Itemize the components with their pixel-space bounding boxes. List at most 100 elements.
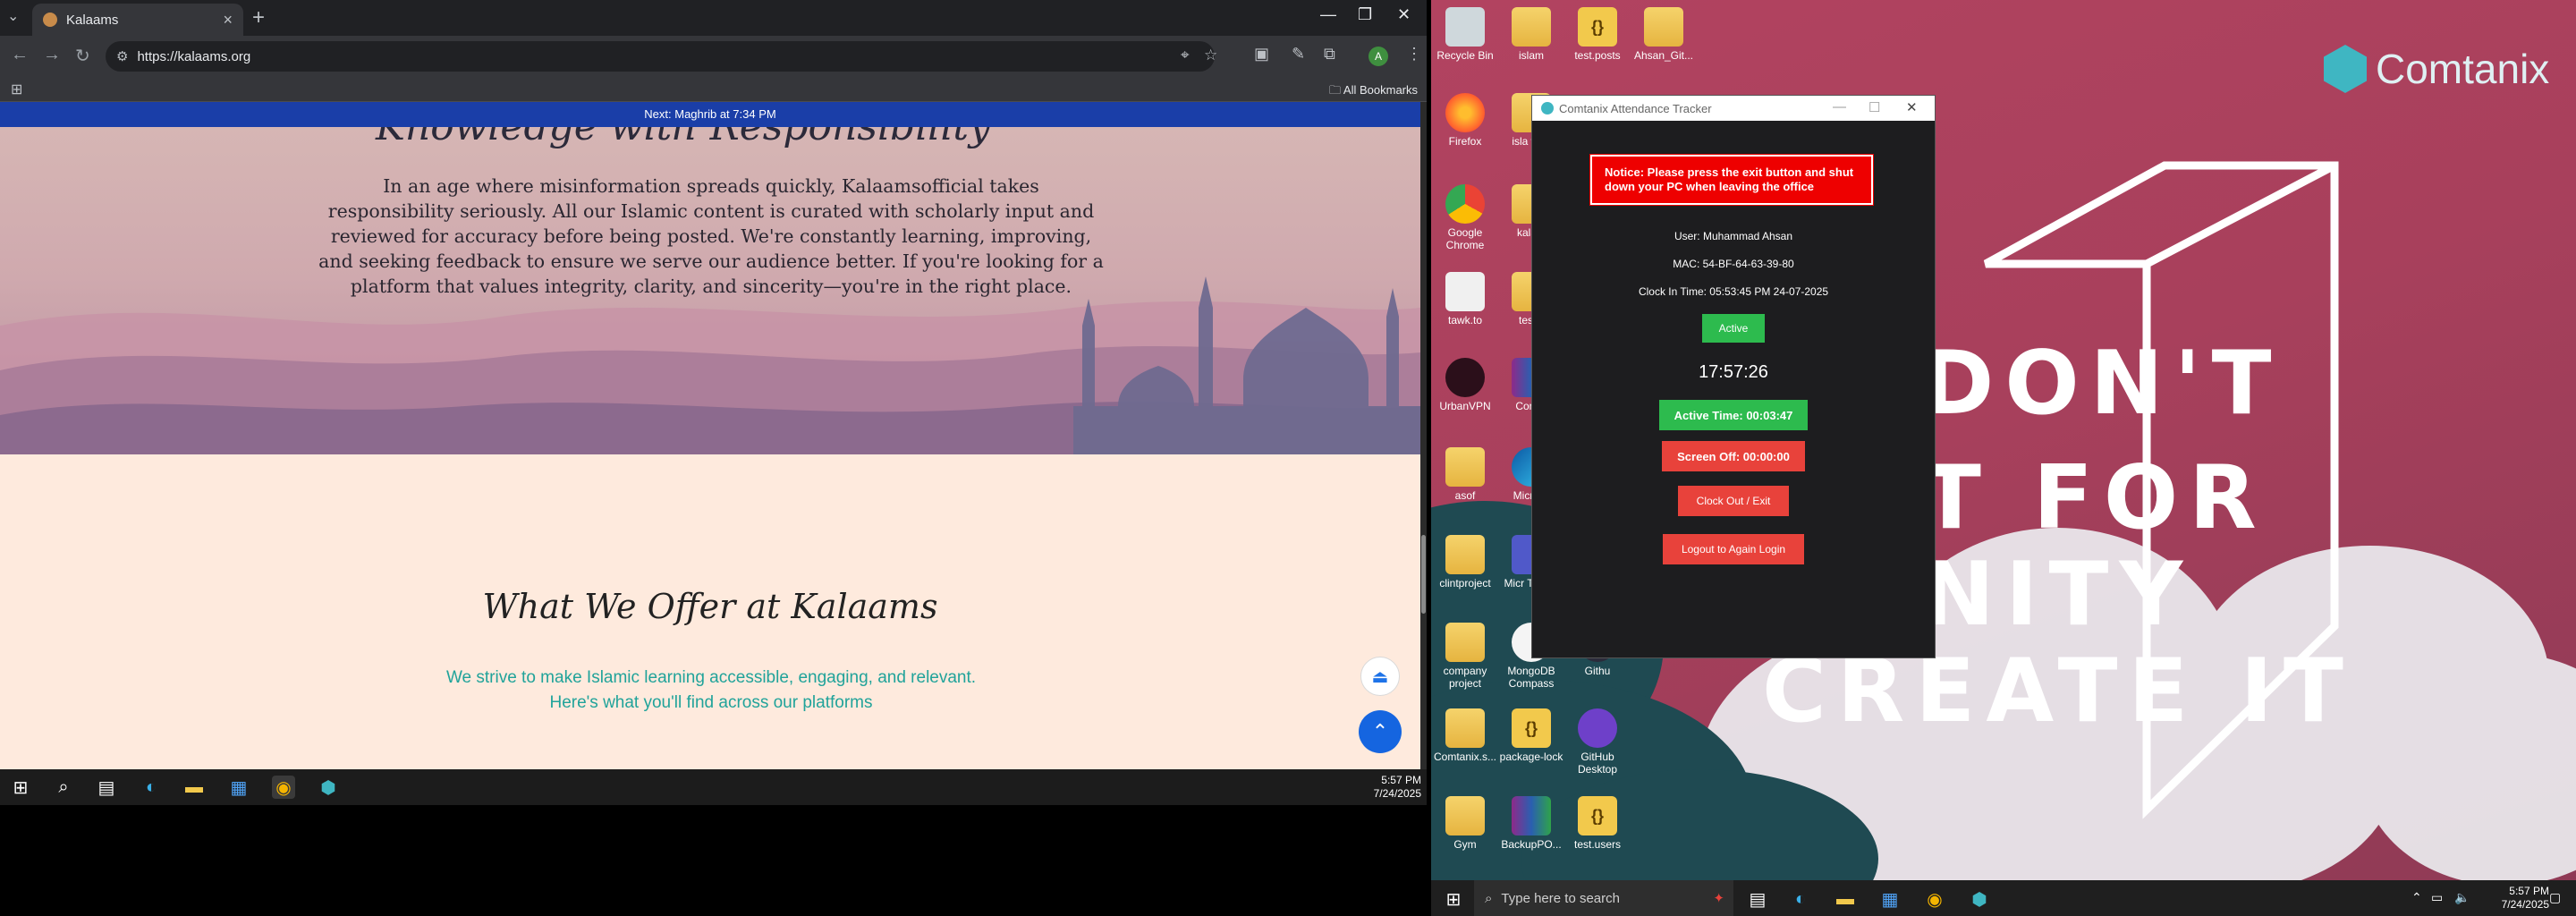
scroll-to-top-button[interactable]: ⌃ xyxy=(1359,710,1402,753)
desktop-icon-asof[interactable]: asof xyxy=(1431,447,1499,502)
hero-landscape-illustration xyxy=(0,276,1420,454)
desktop-icon-comtanix-s[interactable]: Comtanix.s... xyxy=(1431,708,1499,763)
desktop-icon-clintproject[interactable]: clintproject xyxy=(1431,535,1499,589)
close-window-icon[interactable]: ✕ xyxy=(1397,5,1411,24)
desktop-icon-firefox[interactable]: Firefox xyxy=(1431,93,1499,148)
file-explorer-icon[interactable]: ▬ xyxy=(182,776,206,799)
desktop-icon-package-lock[interactable]: {} package-lock xyxy=(1497,708,1565,763)
comtanix-logo-icon xyxy=(2324,45,2367,93)
edge-taskbar-icon[interactable]: ◐ xyxy=(1789,887,1812,911)
desktop-icon-label: Githu xyxy=(1584,665,1611,677)
tracker-maximize-icon[interactable]: ☐ xyxy=(1868,99,1880,115)
tracker-status-badge: Active xyxy=(1702,314,1765,343)
accessibility-button[interactable]: ⏏ xyxy=(1360,657,1400,696)
tracker-active-time: Active Time: 00:03:47 xyxy=(1659,400,1808,430)
left-clock-date: 7/24/2025 xyxy=(1373,787,1421,800)
hero-paragraph: In an age where misinformation spreads q… xyxy=(318,175,1104,297)
desktop-icon-github-desktop[interactable]: GitHub Desktop xyxy=(1563,708,1631,776)
tracker-title: Comtanix Attendance Tracker xyxy=(1559,101,1712,115)
tab-kalaams[interactable]: Kalaams × xyxy=(32,4,243,36)
desktop-icon-recycle-bin[interactable]: Recycle Bin xyxy=(1431,7,1499,62)
task-view-icon[interactable]: ▤ xyxy=(1746,887,1769,911)
desktop-icon-google-chrome[interactable]: Google Chrome xyxy=(1431,184,1499,251)
windows-start-icon[interactable]: ⊞ xyxy=(1442,887,1465,911)
scrollbar-thumb[interactable] xyxy=(1421,535,1426,614)
puzzle-extensions-icon[interactable]: ⧉ xyxy=(1324,45,1335,64)
desktop-icon-company-project[interactable]: company project xyxy=(1431,623,1499,690)
tracker-mac: MAC: 54-BF-64-63-39-80 xyxy=(1673,258,1794,270)
desktop-icon-tawk[interactable]: tawk.to xyxy=(1431,272,1499,327)
minimize-icon[interactable]: — xyxy=(1320,5,1336,24)
json-file-icon: {} xyxy=(1578,796,1617,835)
restore-icon[interactable]: ❐ xyxy=(1358,5,1372,24)
tawk-icon xyxy=(1445,272,1485,311)
right-clock-time: 5:57 PM xyxy=(2509,885,2549,897)
tab-close-icon[interactable]: × xyxy=(223,11,233,30)
forward-icon[interactable]: → xyxy=(43,45,61,65)
left-taskbar-clock: 5:57 PM 7/24/2025 xyxy=(1374,774,1421,801)
desktop-icon-test-users[interactable]: {} test.users xyxy=(1563,796,1631,851)
bookmark-star-icon[interactable]: ☆ xyxy=(1204,47,1217,64)
folder-icon xyxy=(1512,7,1551,47)
comtanix-taskbar-icon[interactable]: ⬢ xyxy=(317,776,340,799)
right-taskbar-clock[interactable]: 5:57 PM 7/24/2025 xyxy=(2502,885,2549,912)
tab-search-chevron-icon[interactable]: ⌄ xyxy=(7,7,19,25)
folder-icon xyxy=(1445,535,1485,574)
profile-avatar[interactable]: A xyxy=(1368,47,1388,66)
volume-icon[interactable]: 🔈 xyxy=(2454,890,2470,905)
tracker-close-icon[interactable]: ✕ xyxy=(1906,99,1918,115)
site-info-icon[interactable]: ⚙ xyxy=(116,48,128,64)
desktop-icon-urbanvpn[interactable]: UrbanVPN xyxy=(1431,358,1499,412)
tracker-logo-icon xyxy=(1541,102,1554,114)
page-scrollbar[interactable] xyxy=(1420,102,1427,769)
back-icon[interactable]: ← xyxy=(11,45,29,65)
desktop-icon-test-posts[interactable]: {} test.posts xyxy=(1563,7,1631,62)
tab-title: Kalaams xyxy=(66,12,119,28)
search-icon[interactable]: ⌕ xyxy=(52,776,75,799)
pen-extension-icon[interactable]: ✎ xyxy=(1292,45,1305,64)
folder-icon xyxy=(1445,708,1485,748)
chrome-taskbar-icon[interactable]: ◉ xyxy=(272,776,295,799)
desktop-icon-gym[interactable]: Gym xyxy=(1431,796,1499,851)
right-taskbar: ⊞ ⌕ Type here to search ✦ ▤ ◐ ▬ ▦ ◉ ⬢ ⌃ … xyxy=(1431,880,2576,916)
file-explorer-icon[interactable]: ▬ xyxy=(1834,887,1857,911)
recycle-bin-icon xyxy=(1445,7,1485,47)
desktop-icon-label: Comtanix.s... xyxy=(1433,751,1497,763)
apps-grid-icon[interactable]: ⊞ xyxy=(11,81,22,98)
logout-button[interactable]: Logout to Again Login xyxy=(1663,534,1804,564)
store-icon[interactable]: ▦ xyxy=(227,776,250,799)
comtanix-taskbar-icon[interactable]: ⬢ xyxy=(1968,887,1991,911)
right-clock-date: 7/24/2025 xyxy=(2501,898,2549,911)
network-icon[interactable]: ▭ xyxy=(2431,890,2443,905)
new-tab-button[interactable]: + xyxy=(252,5,265,30)
desktop-icon-label: Google Chrome xyxy=(1445,226,1485,251)
windows-start-icon[interactable]: ⊞ xyxy=(9,776,32,799)
desktop-icon-label: package-lock xyxy=(1499,751,1563,763)
urbanvpn-icon xyxy=(1445,358,1485,397)
reload-icon[interactable]: ↻ xyxy=(75,45,90,67)
task-view-icon[interactable]: ▤ xyxy=(95,776,118,799)
desktop-icon-label: Firefox xyxy=(1448,135,1482,148)
chrome-menu-icon[interactable]: ⋮ xyxy=(1406,45,1422,64)
edge-icon[interactable]: ◐ xyxy=(140,776,163,799)
kalaams-favicon-icon xyxy=(43,13,57,27)
all-bookmarks-button[interactable]: 🗀 All Bookmarks xyxy=(1329,82,1418,102)
store-icon[interactable]: ▦ xyxy=(1878,887,1902,911)
desktop-icon-label: Gym xyxy=(1453,838,1477,851)
offer-subtitle-line-2: Here's what you'll find across our platf… xyxy=(549,693,873,712)
desktop-icon-ahsan-git[interactable]: Ahsan_Git... xyxy=(1630,7,1698,62)
taskbar-search-box[interactable]: ⌕ Type here to search ✦ xyxy=(1474,880,1733,916)
tray-chevron-icon[interactable]: ⌃ xyxy=(2411,890,2422,905)
desktop-icon-backuppo[interactable]: BackupPO... xyxy=(1497,796,1565,851)
chrome-tab-bar: ⌄ Kalaams × + — ❐ ✕ xyxy=(0,0,1427,36)
desktop-icon-islam[interactable]: islam xyxy=(1497,7,1565,62)
clock-out-button[interactable]: Clock Out / Exit xyxy=(1678,486,1789,516)
tracker-minimize-icon[interactable]: — xyxy=(1833,99,1846,114)
extension-icon[interactable]: ▣ xyxy=(1254,45,1269,64)
desktop-icon-label: MongoDB Compass xyxy=(1507,665,1555,690)
address-bar[interactable]: ⚙ https://kalaams.org ⌖ ☆ xyxy=(106,41,1217,72)
github-desktop-icon xyxy=(1578,708,1617,748)
location-icon[interactable]: ⌖ xyxy=(1181,47,1190,64)
chrome-taskbar-icon[interactable]: ◉ xyxy=(1923,887,1946,911)
notifications-icon[interactable]: ▢ xyxy=(2549,890,2561,905)
